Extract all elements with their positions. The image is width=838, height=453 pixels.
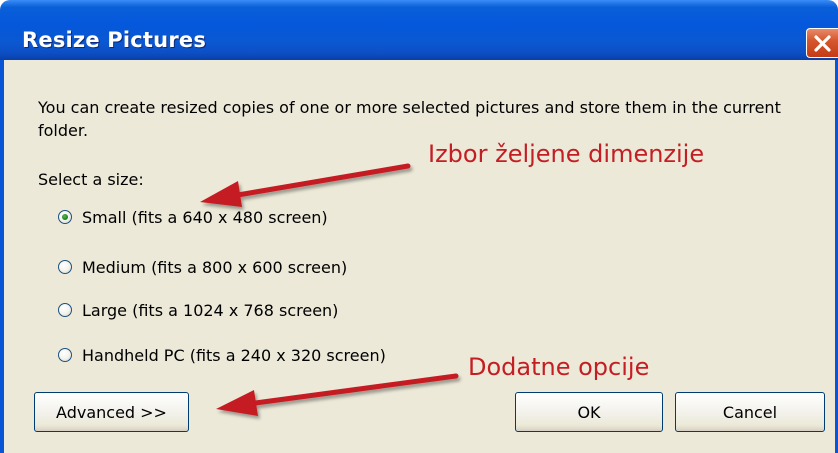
radio-button[interactable]: [58, 303, 72, 317]
advanced-button[interactable]: Advanced >>: [34, 392, 189, 432]
title-bar[interactable]: Resize Pictures: [0, 0, 838, 60]
cancel-button[interactable]: Cancel: [675, 392, 825, 432]
ok-button[interactable]: OK: [515, 392, 663, 432]
select-size-label: Select a size:: [38, 170, 144, 189]
radio-option-label: Large (fits a 1024 x 768 screen): [82, 300, 339, 320]
dialog-description: You can create resized copies of one or …: [38, 98, 781, 140]
close-button[interactable]: [806, 28, 838, 58]
radio-option-handheld[interactable]: Handheld PC (fits a 240 x 320 screen): [58, 343, 386, 367]
radio-button[interactable]: [58, 210, 72, 224]
radio-option-medium[interactable]: Medium (fits a 800 x 600 screen): [58, 255, 347, 279]
radio-option-label: Handheld PC (fits a 240 x 320 screen): [82, 345, 386, 365]
radio-button[interactable]: [58, 260, 72, 274]
radio-button[interactable]: [58, 348, 72, 362]
annotation-size-choice: Izbor željene dimenzije: [428, 140, 705, 168]
annotation-extra-options: Dodatne opcije: [468, 353, 650, 381]
radio-option-large[interactable]: Large (fits a 1024 x 768 screen): [58, 298, 338, 322]
radio-option-label: Small (fits a 640 x 480 screen): [82, 207, 328, 227]
radio-option-label: Medium (fits a 800 x 600 screen): [82, 257, 348, 277]
close-icon: [814, 35, 831, 52]
resize-pictures-dialog: Resize Pictures You can create resized c…: [0, 0, 838, 453]
window-title: Resize Pictures: [22, 28, 207, 52]
radio-option-small[interactable]: Small (fits a 640 x 480 screen): [58, 205, 328, 229]
